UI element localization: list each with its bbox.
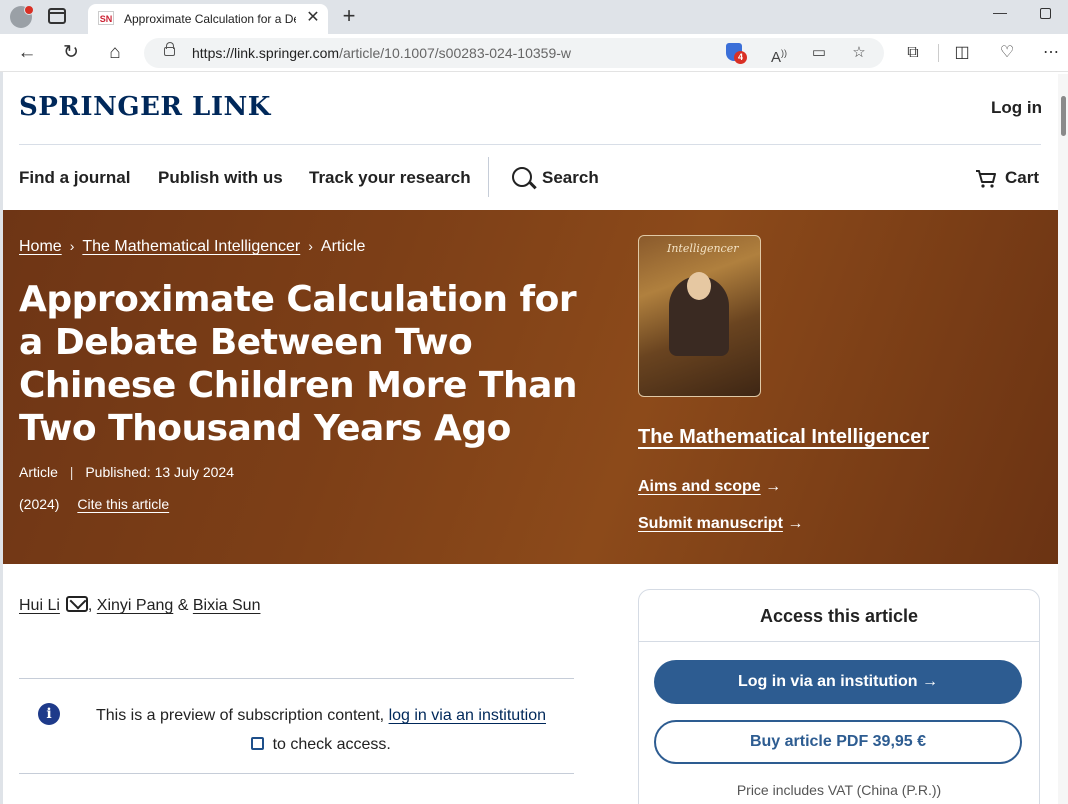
tab-actions-icon[interactable]: [48, 8, 66, 24]
home-icon[interactable]: ⌂: [104, 42, 126, 64]
cite-article-link[interactable]: Cite this article: [77, 496, 169, 512]
aims-scope-link[interactable]: Aims and scope →: [638, 478, 781, 496]
email-icon[interactable]: [65, 596, 88, 612]
institution-login-link[interactable]: log in via an institution: [389, 707, 546, 724]
more-menu-icon[interactable]: ⋯: [1040, 42, 1062, 64]
minimize-icon[interactable]: —: [990, 4, 1010, 24]
extensions-icon[interactable]: ⧉: [902, 42, 924, 64]
maximize-icon[interactable]: [1040, 8, 1051, 19]
favorite-star-icon[interactable]: ☆: [848, 42, 870, 64]
browser-essentials-icon[interactable]: ♡: [996, 42, 1018, 64]
breadcrumb: Home › The Mathematical Intelligencer › Arti…: [19, 238, 365, 256]
page-content: SPRINGER LINK Log in Find a journal Publ…: [0, 72, 1068, 804]
tab-title: Approximate Calculation for a De: [124, 12, 296, 26]
breadcrumb-chevron-icon: ›: [69, 238, 75, 254]
article-title: Approximate Calculation for a Debate Bet…: [19, 279, 578, 449]
nav-publish[interactable]: Publish with us: [158, 168, 283, 188]
address-bar-row: ← ↻ ⌂ https://link.springer.com/article/…: [0, 34, 1068, 72]
buy-article-button[interactable]: Buy article PDF 39,95 €: [654, 720, 1022, 764]
article-type: Article: [19, 464, 58, 480]
springer-favicon-icon: SN: [98, 11, 114, 25]
preview-text: This is a preview of subscription conten…: [95, 707, 546, 753]
breadcrumb-current: Article: [320, 238, 366, 255]
nav-cart[interactable]: Cart: [1005, 168, 1039, 188]
new-tab-icon[interactable]: +: [338, 4, 360, 28]
url-field[interactable]: https://link.springer.com/article/10.100…: [144, 38, 884, 68]
arrow-right-icon: →: [765, 478, 782, 495]
login-institution-button[interactable]: Log in via an institution →: [654, 660, 1022, 704]
breadcrumb-journal[interactable]: The Mathematical Intelligencer: [82, 238, 300, 255]
browser-tab[interactable]: SN Approximate Calculation for a De ✕: [88, 4, 328, 34]
author-ampersand: &: [177, 597, 189, 614]
article-meta: Article | Published: 13 July 2024: [19, 464, 234, 480]
tab-close-icon[interactable]: ✕: [304, 9, 322, 27]
cart-icon[interactable]: [975, 169, 997, 189]
read-aloud-icon[interactable]: A)): [768, 42, 790, 66]
vat-note: Price includes VAT (China (P.R.)): [736, 782, 942, 798]
arrow-right-icon: →: [922, 673, 938, 690]
page-scrollbar[interactable]: [1058, 74, 1068, 804]
author-link[interactable]: Bixia Sun: [193, 597, 261, 614]
nav-track-research[interactable]: Track your research: [309, 168, 471, 188]
arrow-right-icon: →: [787, 515, 804, 532]
url-text[interactable]: https://link.springer.com/article/10.100…: [192, 45, 571, 61]
journal-name-link[interactable]: The Mathematical Intelligencer: [638, 426, 929, 449]
lock-icon[interactable]: [164, 42, 175, 56]
scrollbar-thumb[interactable]: [1061, 96, 1066, 136]
article-meta-2: (2024) Cite this article: [19, 496, 169, 512]
toolbar-divider: [938, 44, 939, 62]
info-icon: i: [38, 703, 60, 725]
immersive-reader-icon[interactable]: ▭: [808, 42, 830, 64]
access-title: Access this article: [639, 590, 1039, 642]
main-nav: Find a journal Publish with us Track you…: [3, 145, 1061, 210]
breadcrumb-chevron-icon: ›: [308, 238, 313, 254]
access-article-card: Access this article Log in via an instit…: [638, 589, 1040, 804]
refresh-icon[interactable]: ↻: [60, 42, 82, 64]
search-icon[interactable]: [512, 167, 532, 187]
nav-divider: [488, 157, 489, 197]
article-hero: Home › The Mathematical Intelligencer › Arti…: [3, 210, 1059, 564]
profile-avatar-icon[interactable]: [10, 5, 34, 28]
nav-search[interactable]: Search: [542, 168, 599, 188]
cover-face: [687, 272, 711, 300]
subscription-notice: i This is a preview of subscription cont…: [19, 678, 574, 774]
browser-tab-bar: SN Approximate Calculation for a De ✕ + …: [0, 0, 1068, 34]
author-link[interactable]: Hui Li: [19, 597, 60, 614]
cover-title: Intelligencer: [667, 242, 739, 255]
nav-find-journal[interactable]: Find a journal: [19, 168, 130, 188]
journal-cover-image[interactable]: Intelligencer: [638, 235, 761, 397]
author-list: Hui Li, Xinyi Pang & Bixia Sun: [19, 596, 261, 614]
published-date: Published: 13 July 2024: [85, 464, 234, 480]
external-link-icon: [251, 737, 265, 750]
submit-manuscript-link[interactable]: Submit manuscript →: [638, 515, 803, 533]
springer-link-logo[interactable]: SPRINGER LINK: [19, 92, 271, 122]
article-year: (2024): [19, 496, 60, 512]
breadcrumb-home[interactable]: Home: [19, 238, 62, 255]
login-link[interactable]: Log in: [991, 98, 1042, 118]
tracker-count-badge: 4: [734, 51, 747, 64]
back-icon[interactable]: ←: [16, 42, 38, 64]
split-screen-icon[interactable]: ◫: [951, 42, 973, 64]
author-link[interactable]: Xinyi Pang: [97, 597, 174, 614]
